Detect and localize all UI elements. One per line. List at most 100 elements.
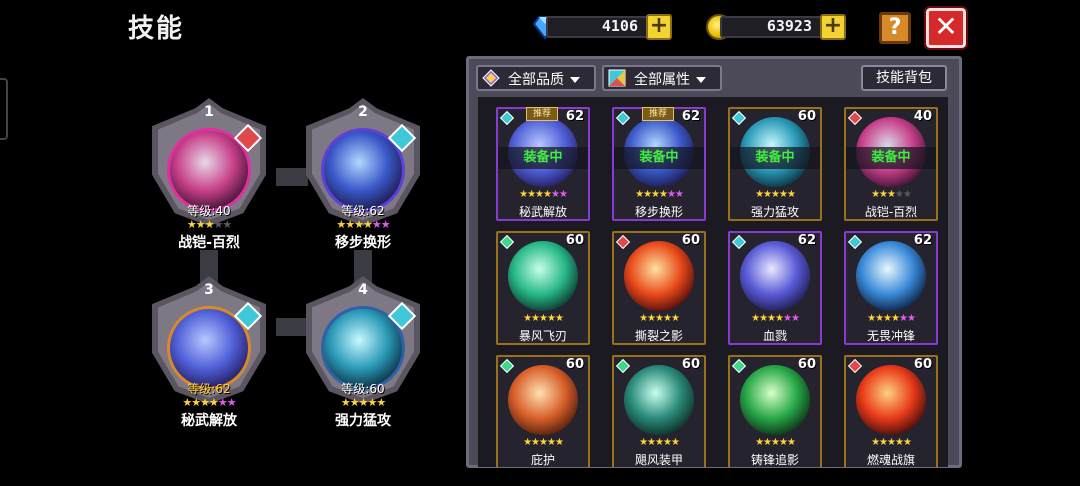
star-icon: ★ bbox=[222, 218, 232, 231]
star-icon: ★ bbox=[345, 218, 355, 231]
star-icon: ★ bbox=[639, 437, 648, 448]
equipped-slot-4[interactable]: 4 等级:60 ★★★★★ 强力猛攻 bbox=[298, 276, 428, 429]
slot-skill-name: 移步换形 bbox=[335, 235, 391, 251]
skill-name: 秘武解放 bbox=[518, 205, 567, 219]
star-icon: ★ bbox=[759, 313, 768, 324]
star-icon: ★ bbox=[558, 189, 568, 200]
star-icon: ★ bbox=[519, 189, 528, 200]
coin-counter: 63923 + bbox=[706, 12, 846, 42]
skill-name: 撕裂之影 bbox=[634, 329, 683, 343]
star-icon: ★ bbox=[209, 396, 219, 409]
attribute-filter-dropdown[interactable]: 全部属性 bbox=[602, 65, 722, 91]
skill-card[interactable]: 40 装备中 ★★★★★ 战铠-百烈 bbox=[844, 107, 938, 221]
star-icon: ★ bbox=[531, 313, 540, 324]
skill-card[interactable]: 60 ★★★★★ 飓风装甲 bbox=[612, 355, 706, 467]
star-icon: ★ bbox=[875, 313, 884, 324]
star-icon: ★ bbox=[349, 396, 360, 409]
skill-card[interactable]: 62 推荐 装备中 ★★★★★★ 移步换形 bbox=[612, 107, 706, 221]
star-icon: ★ bbox=[226, 396, 237, 409]
skill-art-icon bbox=[740, 365, 810, 435]
chevron-down-icon bbox=[570, 77, 580, 83]
skill-card[interactable]: 60 ★★★★★ 暴风飞刃 bbox=[496, 231, 590, 345]
slot-stars: ★★★★★ bbox=[144, 218, 274, 231]
star-icon: ★ bbox=[367, 396, 377, 409]
star-icon: ★ bbox=[643, 189, 652, 200]
skill-art-icon bbox=[624, 241, 694, 311]
skill-name: 暴风飞刃 bbox=[518, 329, 567, 343]
element-gem-icon bbox=[731, 234, 747, 250]
filter-bar: 全部品质 全部属性 技能背包 bbox=[469, 59, 959, 91]
star-icon: ★ bbox=[867, 313, 876, 324]
star-icon: ★ bbox=[535, 189, 544, 200]
skill-name: 移步换形 bbox=[634, 205, 683, 219]
element-gem-icon bbox=[731, 358, 747, 374]
star-icon: ★ bbox=[217, 396, 228, 409]
skill-level: 60 bbox=[797, 357, 816, 372]
star-icon: ★ bbox=[191, 396, 201, 409]
close-button[interactable]: ✕ bbox=[924, 6, 968, 50]
equipped-slot-3[interactable]: 3 等级:62 ★★★★★★ 秘武解放 bbox=[144, 276, 274, 429]
skill-level: 60 bbox=[913, 357, 932, 372]
skill-card[interactable]: 62 推荐 装备中 ★★★★★★ 秘武解放 bbox=[496, 107, 590, 221]
skill-card[interactable]: 60 装备中 ★★★★★ 强力猛攻 bbox=[728, 107, 822, 221]
add-gems-button[interactable]: + bbox=[646, 14, 672, 40]
star-icon: ★ bbox=[771, 437, 780, 448]
recommend-tag: 推荐 bbox=[526, 107, 558, 121]
skill-card[interactable]: 62 ★★★★★★ 血戮 bbox=[728, 231, 822, 345]
skill-name: 燃魂战旗 bbox=[866, 453, 915, 467]
star-icon: ★ bbox=[755, 437, 764, 448]
skill-name: 无畏冲锋 bbox=[866, 329, 915, 343]
star-icon: ★ bbox=[763, 189, 772, 200]
slot-stars: ★★★★★★ bbox=[298, 218, 428, 231]
skill-card[interactable]: 62 ★★★★★★ 无畏冲锋 bbox=[844, 231, 938, 345]
star-icon: ★ bbox=[213, 218, 223, 231]
star-icon: ★ bbox=[871, 189, 880, 200]
skill-card[interactable]: 60 ★★★★★ 铸锋追影 bbox=[728, 355, 822, 467]
star-icon: ★ bbox=[527, 189, 536, 200]
star-icon: ★ bbox=[902, 189, 912, 200]
skill-bag-button[interactable]: 技能背包 bbox=[861, 65, 947, 91]
star-icon: ★ bbox=[380, 218, 391, 231]
skill-card[interactable]: 60 ★★★★★ 撕裂之影 bbox=[612, 231, 706, 345]
star-icon: ★ bbox=[523, 313, 532, 324]
skill-stars: ★★★★★ bbox=[730, 437, 820, 448]
skill-stars: ★★★★★ bbox=[846, 189, 936, 200]
skill-level: 60 bbox=[681, 357, 700, 372]
skill-stars: ★★★★★★ bbox=[498, 189, 588, 200]
star-icon: ★ bbox=[871, 437, 880, 448]
star-icon: ★ bbox=[195, 218, 206, 231]
element-gem-icon bbox=[499, 358, 515, 374]
attribute-filter-label: 全部属性 bbox=[634, 72, 690, 88]
help-button[interactable]: ? bbox=[879, 12, 911, 44]
star-icon: ★ bbox=[543, 189, 552, 200]
star-icon: ★ bbox=[531, 437, 540, 448]
slot-level: 等级:62 bbox=[341, 204, 385, 218]
skill-name: 战铠-百烈 bbox=[864, 205, 918, 219]
skill-name: 铸锋追影 bbox=[750, 453, 799, 467]
skill-card[interactable]: 60 ★★★★★ 庇护 bbox=[496, 355, 590, 467]
quality-filter-dropdown[interactable]: 全部品质 bbox=[476, 65, 596, 91]
equipped-slot-1[interactable]: 1 等级:40 ★★★★★ 战铠-百烈 bbox=[144, 98, 274, 251]
skill-level: 62 bbox=[913, 233, 932, 248]
equipped-label: 装备中 bbox=[498, 147, 588, 169]
skill-card[interactable]: 60 ★★★★★ 燃魂战旗 bbox=[844, 355, 938, 467]
equipped-label: 装备中 bbox=[730, 147, 820, 169]
slot-level: 等级:40 bbox=[187, 204, 231, 218]
skill-level: 60 bbox=[797, 109, 816, 124]
skill-level: 62 bbox=[565, 109, 584, 124]
element-gem-icon bbox=[615, 110, 631, 126]
chevron-down-icon bbox=[696, 77, 706, 83]
star-icon: ★ bbox=[550, 189, 560, 200]
quality-filter-label: 全部品质 bbox=[508, 72, 564, 88]
star-icon: ★ bbox=[883, 313, 892, 324]
star-icon: ★ bbox=[662, 313, 672, 324]
add-coins-button[interactable]: + bbox=[820, 14, 846, 40]
skill-stars: ★★★★★ bbox=[614, 313, 704, 324]
star-icon: ★ bbox=[186, 218, 197, 231]
star-icon: ★ bbox=[659, 189, 668, 200]
star-icon: ★ bbox=[554, 437, 564, 448]
star-icon: ★ bbox=[354, 218, 364, 231]
star-icon: ★ bbox=[767, 313, 776, 324]
equipped-slot-2[interactable]: 2 等级:62 ★★★★★★ 移步换形 bbox=[298, 98, 428, 251]
skill-panel: 全部品质 全部属性 技能背包 62 推荐 装备中 ★★★★★★ 秘武解放 62 推荐装… bbox=[466, 56, 962, 468]
